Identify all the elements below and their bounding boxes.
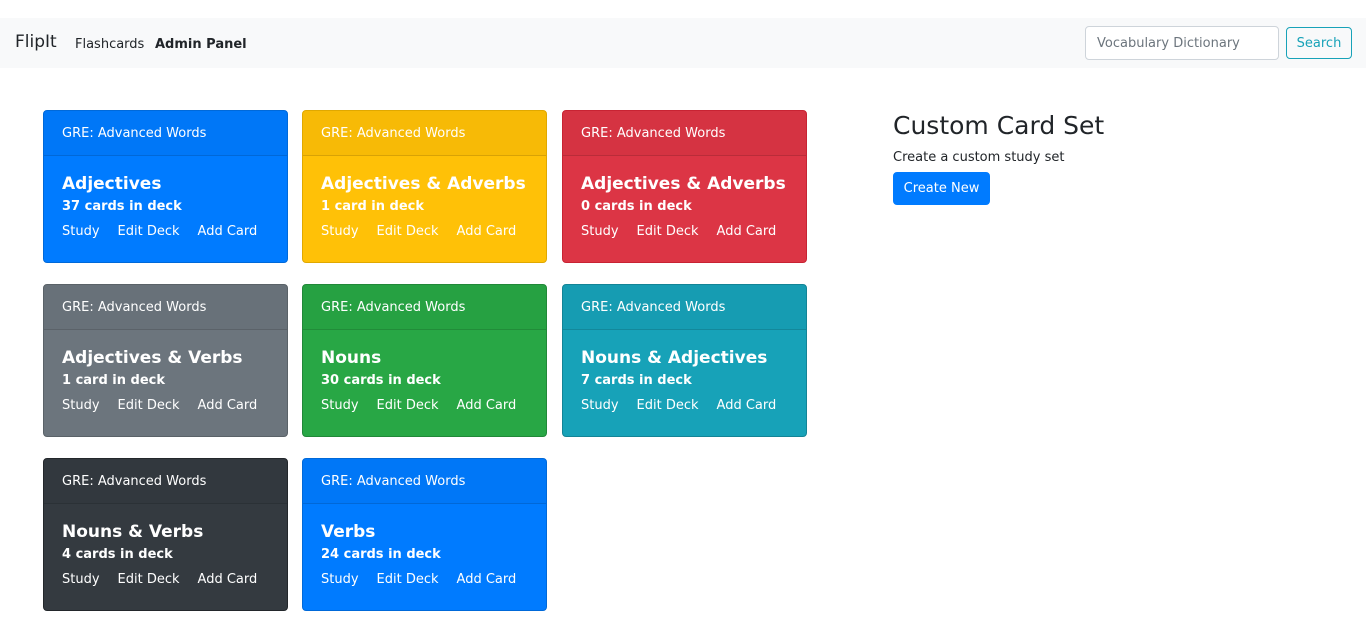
study-link[interactable]: Study [581,398,619,414]
edit-deck-link[interactable]: Edit Deck [637,224,699,240]
deck-category: GRE: Advanced Words [44,285,287,330]
deck-card-count: 0 cards in deck [581,199,692,214]
edit-deck-link[interactable]: Edit Deck [118,398,180,414]
deck-card: GRE: Advanced Words Adjectives & Adverbs… [302,110,547,263]
brand-logo[interactable]: FlipIt [15,32,57,52]
study-link[interactable]: Study [321,572,359,588]
deck-card: GRE: Advanced Words Adjectives & Verbs 1… [43,284,288,437]
add-card-link[interactable]: Add Card [457,572,517,588]
deck-card-count: 1 card in deck [62,373,166,388]
create-new-button[interactable]: Create New [893,172,990,205]
study-link[interactable]: Study [321,398,359,414]
deck-card: GRE: Advanced Words Adjectives & Adverbs… [562,110,807,263]
edit-deck-link[interactable]: Edit Deck [377,572,439,588]
top-navbar: FlipIt Flashcards Admin Panel Search [0,18,1366,68]
study-link[interactable]: Study [321,224,359,240]
deck-card: GRE: Advanced Words Nouns & Adjectives 7… [562,284,807,437]
deck-card: GRE: Advanced Words Verbs 24 cards in de… [302,458,547,611]
deck-card-count: 1 card in deck [321,199,425,214]
edit-deck-link[interactable]: Edit Deck [377,224,439,240]
deck-category: GRE: Advanced Words [563,111,806,156]
deck-title: Nouns & Adjectives [581,348,768,368]
deck-card-count: 37 cards in deck [62,199,182,214]
edit-deck-link[interactable]: Edit Deck [118,224,180,240]
add-card-link[interactable]: Add Card [717,398,777,414]
search-button[interactable]: Search [1286,27,1352,59]
study-link[interactable]: Study [581,224,619,240]
add-card-link[interactable]: Add Card [717,224,777,240]
deck-category: GRE: Advanced Words [303,459,546,504]
add-card-link[interactable]: Add Card [457,398,517,414]
edit-deck-link[interactable]: Edit Deck [637,398,699,414]
deck-card-count: 30 cards in deck [321,373,441,388]
deck-card: GRE: Advanced Words Nouns 30 cards in de… [302,284,547,437]
study-link[interactable]: Study [62,398,100,414]
search-input[interactable] [1085,26,1279,60]
deck-category: GRE: Advanced Words [44,459,287,504]
deck-title: Adjectives & Adverbs [321,174,526,194]
deck-title: Adjectives [62,174,162,194]
deck-category: GRE: Advanced Words [303,285,546,330]
add-card-link[interactable]: Add Card [198,398,258,414]
deck-card: GRE: Advanced Words Adjectives 37 cards … [43,110,288,263]
custom-set-subtitle: Create a custom study set [893,150,1065,165]
edit-deck-link[interactable]: Edit Deck [118,572,180,588]
deck-category: GRE: Advanced Words [563,285,806,330]
deck-category: GRE: Advanced Words [303,111,546,156]
deck-title: Nouns [321,348,382,368]
deck-card: GRE: Advanced Words Nouns & Verbs 4 card… [43,458,288,611]
deck-title: Nouns & Verbs [62,522,204,542]
study-link[interactable]: Study [62,572,100,588]
deck-card-count: 4 cards in deck [62,547,173,562]
deck-category: GRE: Advanced Words [44,111,287,156]
deck-title: Verbs [321,522,376,542]
nav-link-flashcards[interactable]: Flashcards [75,37,144,52]
add-card-link[interactable]: Add Card [457,224,517,240]
add-card-link[interactable]: Add Card [198,572,258,588]
deck-card-count: 7 cards in deck [581,373,692,388]
deck-title: Adjectives & Verbs [62,348,243,368]
add-card-link[interactable]: Add Card [198,224,258,240]
nav-link-admin-panel[interactable]: Admin Panel [155,37,247,52]
study-link[interactable]: Study [62,224,100,240]
deck-title: Adjectives & Adverbs [581,174,786,194]
custom-set-title: Custom Card Set [893,111,1105,140]
edit-deck-link[interactable]: Edit Deck [377,398,439,414]
deck-card-count: 24 cards in deck [321,547,441,562]
